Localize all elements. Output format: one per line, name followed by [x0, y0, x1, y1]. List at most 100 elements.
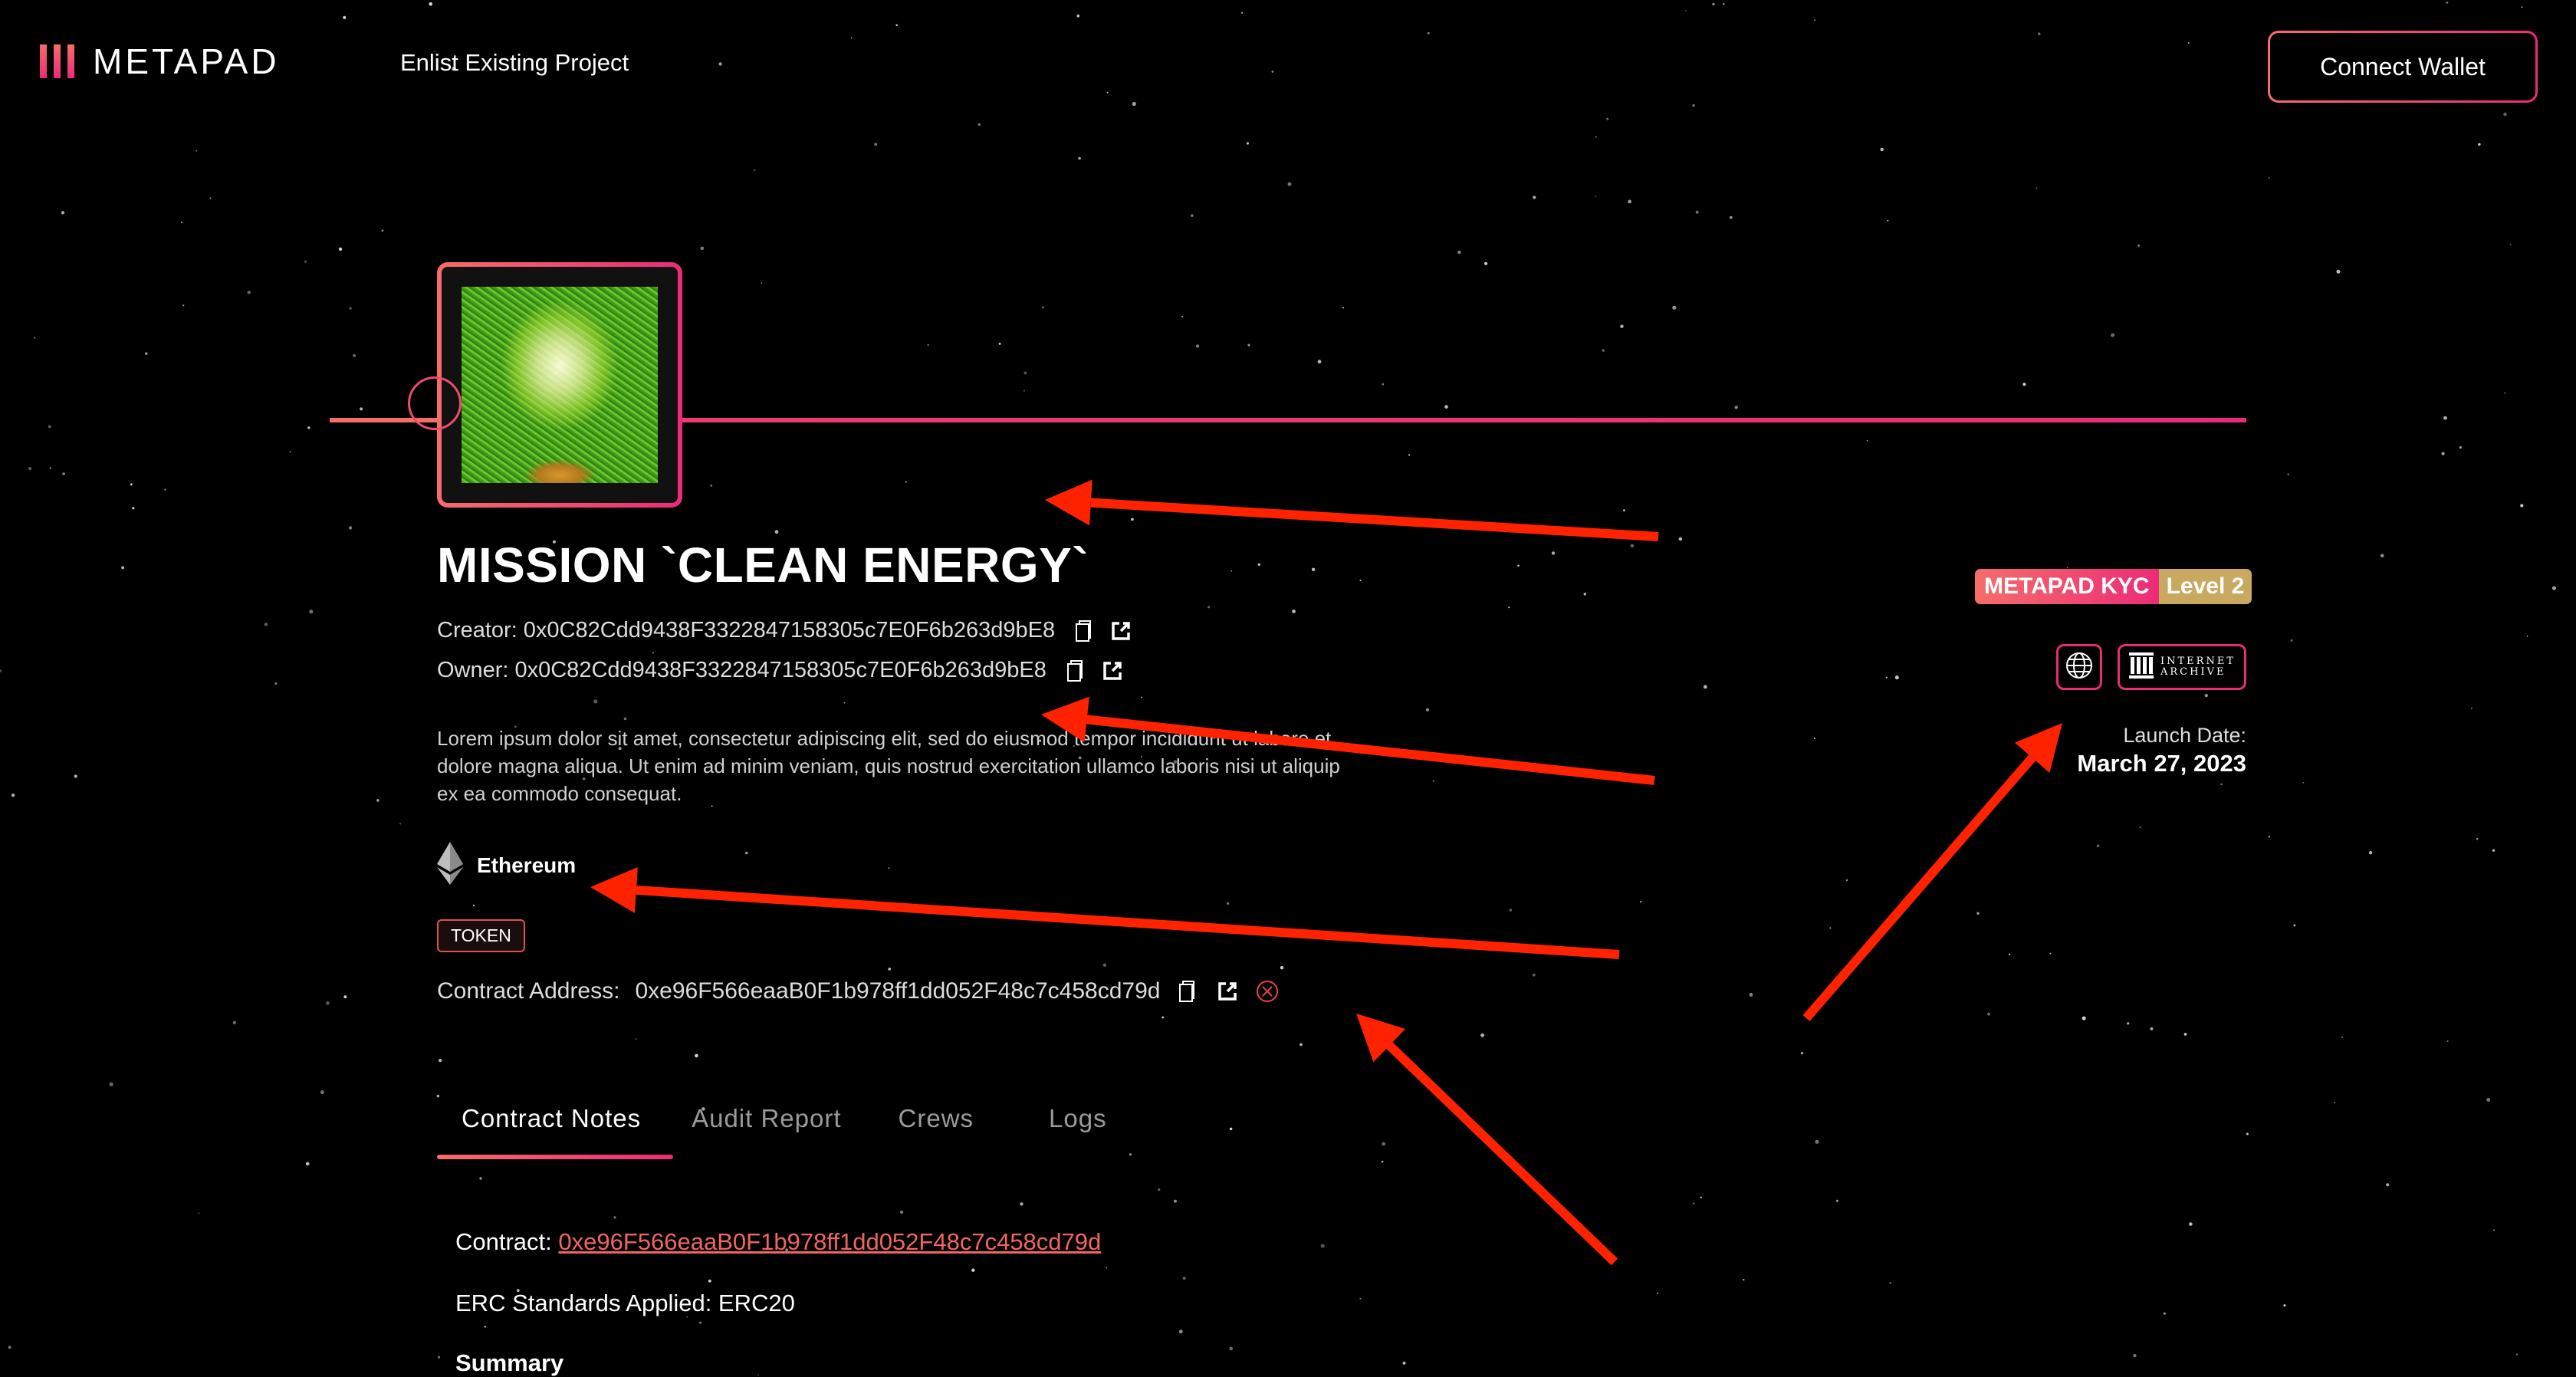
owner-address: 0x0C82Cdd9438F3322847158305c7E0F6b263d9b… [514, 658, 1046, 682]
tab-audit-report[interactable]: Audit Report [692, 1104, 841, 1133]
star [348, 526, 353, 530]
star [2334, 1102, 2336, 1104]
star [2036, 187, 2038, 189]
external-link-icon[interactable] [1100, 659, 1125, 683]
star [2446, 1040, 2449, 1042]
star [2459, 446, 2462, 449]
kyc-label: METAPAD KYC [1975, 569, 2159, 604]
star [2183, 1033, 2187, 1036]
tab-contract-notes[interactable]: Contract Notes [462, 1104, 641, 1133]
star [1620, 324, 1624, 328]
logo-text: METAPAD [93, 41, 280, 81]
star [1583, 593, 1586, 596]
star [2471, 708, 2472, 709]
active-tab-indicator [437, 1155, 673, 1159]
external-link-icon[interactable] [1109, 619, 1133, 643]
star [1743, 1279, 1745, 1281]
website-link-button[interactable] [2056, 644, 2102, 690]
nav-enlist-existing-project[interactable]: Enlist Existing Project [400, 49, 629, 77]
star [1425, 708, 1430, 712]
star [2082, 1016, 2086, 1020]
star [307, 426, 310, 429]
star [1836, 1199, 1838, 1202]
star [437, 1356, 441, 1359]
star [1885, 676, 1888, 679]
star [2341, 1036, 2343, 1038]
star [1230, 570, 1232, 572]
star [635, 1038, 637, 1040]
star [613, 1216, 616, 1219]
star [971, 1268, 975, 1272]
star [978, 123, 981, 127]
copy-icon[interactable] [1175, 979, 1200, 1004]
star [1408, 454, 1411, 456]
star [1976, 912, 1980, 915]
project-type-badge: TOKEN [437, 919, 525, 952]
star [130, 483, 133, 486]
star [874, 143, 878, 146]
unverified-x-circle-icon[interactable] [1255, 979, 1280, 1004]
archive-line-1: INTERNET [2160, 656, 2236, 667]
annotation-arrow-head-1 [1045, 479, 1092, 526]
star [376, 799, 380, 802]
star [895, 24, 898, 27]
star [2038, 32, 2041, 35]
star [1342, 307, 1345, 309]
star [2188, 42, 2190, 44]
star [850, 37, 853, 39]
star [145, 352, 148, 355]
star [623, 717, 627, 721]
external-link-icon[interactable] [1215, 979, 1240, 1004]
star [326, 1001, 330, 1005]
star [652, 652, 654, 654]
star [1880, 147, 1884, 152]
chain-name: Ethereum [477, 853, 577, 877]
copy-icon[interactable] [1063, 659, 1088, 683]
contract-note-link[interactable]: 0xe96F566eaaB0F1b978ff1dd052F48c7c458cd7… [558, 1228, 1101, 1255]
star [198, 1212, 200, 1214]
star [49, 467, 51, 469]
star [1595, 196, 1597, 197]
star [2220, 783, 2223, 786]
tab-logs[interactable]: Logs [1049, 1104, 1107, 1133]
connect-wallet-button[interactable]: Connect Wallet [2268, 31, 2538, 103]
chain-info: Ethereum [437, 842, 576, 889]
star [2486, 1098, 2491, 1102]
star [1427, 31, 1430, 35]
star [2336, 269, 2341, 274]
star [2443, 416, 2447, 420]
star [74, 774, 77, 778]
star [998, 343, 1001, 345]
erc-standards: ERC Standards Applied: ERC20 [455, 1290, 795, 1316]
star [181, 222, 182, 223]
star [436, 1094, 440, 1098]
star [2150, 1027, 2154, 1030]
star [182, 304, 185, 307]
star [1132, 101, 1136, 107]
star [1508, 606, 1510, 609]
star [710, 485, 713, 487]
owner-label: Owner: [437, 658, 509, 682]
contract-note-label: Contract: [455, 1228, 552, 1255]
annotation-arrow-shaft-1 [1090, 498, 1659, 541]
star [1814, 19, 1816, 21]
internet-archive-link-button[interactable]: INTERNET ARCHIVE [2118, 644, 2246, 690]
star [479, 1177, 482, 1180]
copy-icon[interactable] [1072, 619, 1096, 643]
star [1359, 580, 1362, 582]
tab-crews[interactable]: Crews [899, 1104, 974, 1133]
star [1182, 1277, 1186, 1280]
star [1317, 360, 1322, 364]
star [2503, 112, 2507, 117]
star [2290, 639, 2293, 642]
star [1320, 1244, 1325, 1248]
annotation-arrow-head-5 [1356, 1014, 1406, 1063]
contract-address-row: Contract Address: 0xe96F566eaaB0F1b978ff… [437, 978, 1280, 1004]
star [484, 1326, 486, 1328]
star [164, 488, 166, 491]
star [305, 1162, 310, 1166]
star [905, 481, 907, 483]
metapad-logo[interactable]: METAPAD [40, 41, 280, 81]
star [1241, 12, 1244, 14]
annotation-arrow-shaft-4 [1802, 754, 2036, 1021]
